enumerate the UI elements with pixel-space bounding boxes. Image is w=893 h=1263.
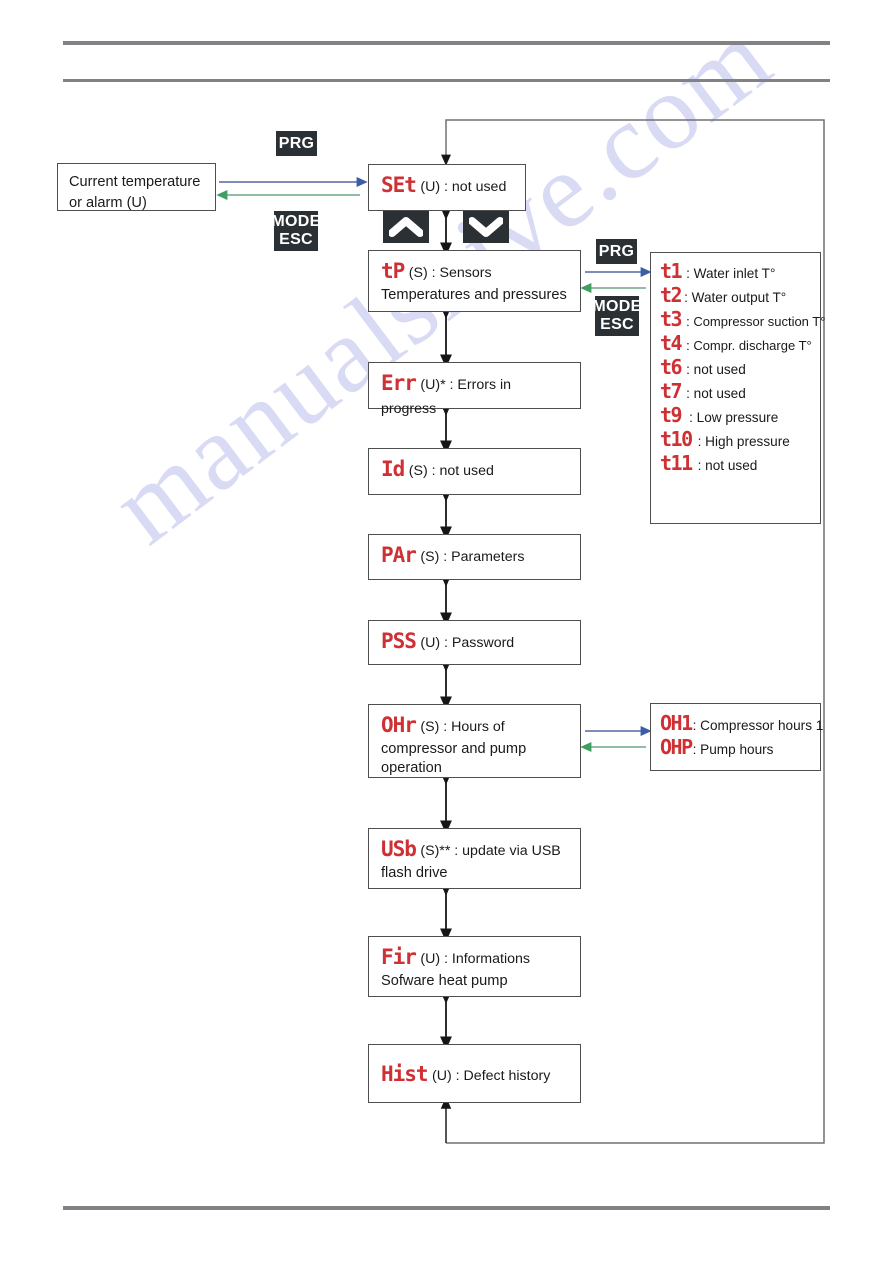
sensor-desc: : Water inlet T° bbox=[686, 266, 776, 281]
menu-desc2-ohr: compressor and pump operation bbox=[381, 740, 527, 776]
menu-code-tp: tP bbox=[381, 259, 405, 283]
menu-desc2-usb: flash drive bbox=[381, 864, 448, 881]
current-temperature-line2: or alarm (U) bbox=[69, 195, 147, 212]
menu-desc2-fir: Sofware heat pump bbox=[381, 972, 508, 989]
prg-key-right-label: PRG bbox=[598, 242, 635, 260]
menu-desc-par: (S) : Parameters bbox=[420, 549, 525, 565]
sensor-row[interactable]: t1 : Water inlet T° bbox=[660, 259, 815, 283]
hours-desc: : Compressor hours 1 bbox=[692, 718, 824, 733]
menu-node-pss[interactable]: PSS (U) : Password bbox=[368, 620, 581, 665]
menu-desc-ohr: (S) : Hours of bbox=[420, 719, 505, 735]
menu-code-err: Err bbox=[381, 371, 417, 395]
sensor-desc: : not used bbox=[697, 458, 758, 473]
menu-desc-pss: (U) : Password bbox=[420, 635, 515, 651]
up-key-button[interactable] bbox=[383, 210, 429, 243]
mode-esc-key-left[interactable]: MODE ESC bbox=[271, 211, 321, 251]
menu-node-ohr[interactable]: OHr (S) : Hours of compressor and pump o… bbox=[368, 704, 581, 778]
sensor-code: t6 bbox=[660, 355, 683, 379]
menu-node-set[interactable]: SEt (U) : not used bbox=[368, 164, 526, 211]
sensor-code: t10 bbox=[660, 427, 693, 451]
document-page: manualshive.com Current temperature or a… bbox=[0, 0, 893, 1263]
sensor-code: t2 bbox=[660, 283, 683, 307]
menu-code-ohr: OHr bbox=[381, 713, 417, 737]
menu-desc-set: (U) : not used bbox=[420, 179, 507, 195]
menu-desc-hist: (U) : Defect history bbox=[432, 1068, 551, 1084]
hours-desc: : Pump hours bbox=[692, 742, 774, 757]
menu-node-usb[interactable]: USb (S)** : update via USB flash drive bbox=[368, 828, 581, 889]
menu-node-err[interactable]: Err (U)* : Errors in progress bbox=[368, 362, 581, 417]
esc-key-left-label: ESC bbox=[279, 231, 313, 248]
menu-node-fir[interactable]: Fir (U) : Informations Sofware heat pump bbox=[368, 936, 581, 997]
menu-code-hist: Hist bbox=[381, 1062, 429, 1086]
menu-code-fir: Fir bbox=[381, 945, 417, 969]
sensor-desc: : not used bbox=[686, 362, 746, 377]
mode-esc-key-right[interactable]: MODE ESC bbox=[592, 296, 642, 336]
mode-key-right-label: MODE bbox=[592, 298, 642, 315]
current-temperature-line1: Current temperature bbox=[69, 174, 201, 190]
sensor-row[interactable]: t2 : Water output T° bbox=[660, 283, 815, 307]
menu-desc-fir: (U) : Informations bbox=[420, 951, 530, 967]
prg-key-left[interactable]: PRG bbox=[276, 131, 317, 156]
sensor-list-box: t1 : Water inlet T° t2 : Water output T°… bbox=[650, 252, 825, 524]
menu-desc-usb: (S)** : update via USB bbox=[420, 843, 561, 859]
menu-desc-id: (S) : not used bbox=[408, 463, 494, 479]
sensor-desc: : High pressure bbox=[697, 434, 790, 449]
current-temperature-box: Current temperature or alarm (U) bbox=[57, 163, 216, 211]
sensor-code: t7 bbox=[660, 379, 683, 403]
mode-key-left-label: MODE bbox=[271, 213, 321, 230]
sensor-row[interactable]: t7 : not used bbox=[660, 379, 815, 403]
prg-key-right[interactable]: PRG bbox=[596, 239, 637, 264]
menu-desc-tp: (S) : Sensors bbox=[408, 265, 492, 281]
chevron-up-icon bbox=[389, 216, 423, 237]
sensor-desc: : not used bbox=[686, 386, 746, 401]
sensor-row[interactable]: t4 : Compr. discharge T° bbox=[660, 331, 815, 355]
sensor-row[interactable]: t10 : High pressure bbox=[660, 427, 815, 451]
menu-node-tp[interactable]: tP (S) : Sensors Temperatures and pressu… bbox=[368, 250, 581, 312]
hours-row[interactable]: OHP : Pump hours bbox=[660, 735, 815, 759]
hours-code: OHP bbox=[660, 735, 693, 759]
menu-node-id[interactable]: Id (S) : not used bbox=[368, 448, 581, 495]
sensor-desc: : Low pressure bbox=[689, 410, 779, 425]
hours-list-box: OH1 : Compressor hours 1 OHP : Pump hour… bbox=[650, 703, 823, 771]
sensor-code: t9 bbox=[660, 403, 683, 427]
sensor-code: t1 bbox=[660, 259, 683, 283]
header-rule-bottom bbox=[63, 79, 830, 82]
sensor-row[interactable]: t3 : Compressor suction T° bbox=[660, 307, 825, 331]
sensor-row[interactable]: t6 : not used bbox=[660, 355, 815, 379]
menu-node-par[interactable]: PAr (S) : Parameters bbox=[368, 534, 581, 580]
menu-code-par: PAr bbox=[381, 543, 417, 567]
sensor-code: t3 bbox=[660, 307, 683, 331]
header-rule-top bbox=[63, 41, 830, 45]
menu-code-set: SEt bbox=[381, 173, 417, 197]
sensor-desc: : Compressor suction T° bbox=[686, 314, 826, 329]
prg-key-left-label: PRG bbox=[278, 134, 315, 152]
footer-rule bbox=[63, 1206, 830, 1210]
hours-row[interactable]: OH1 : Compressor hours 1 bbox=[660, 711, 823, 735]
down-key-button[interactable] bbox=[463, 210, 509, 243]
sensor-row[interactable]: t11 : not used bbox=[660, 451, 815, 475]
menu-code-id: Id bbox=[381, 457, 405, 481]
chevron-down-icon bbox=[469, 216, 503, 237]
sensor-desc: : Water output T° bbox=[684, 290, 787, 305]
sensor-desc: : Compr. discharge T° bbox=[686, 338, 812, 353]
menu-code-usb: USb bbox=[381, 837, 417, 861]
menu-code-pss: PSS bbox=[381, 629, 417, 653]
sensor-code: t4 bbox=[660, 331, 683, 355]
hours-code: OH1 bbox=[660, 711, 693, 735]
menu-node-hist[interactable]: Hist (U) : Defect history bbox=[368, 1044, 581, 1103]
sensor-row[interactable]: t9 : Low pressure bbox=[660, 403, 815, 427]
esc-key-right-label: ESC bbox=[600, 316, 634, 333]
sensor-code: t11 bbox=[660, 451, 693, 475]
watermark: manualshive.com bbox=[91, 0, 793, 567]
menu-desc2-tp: Temperatures and pressures bbox=[381, 286, 567, 303]
